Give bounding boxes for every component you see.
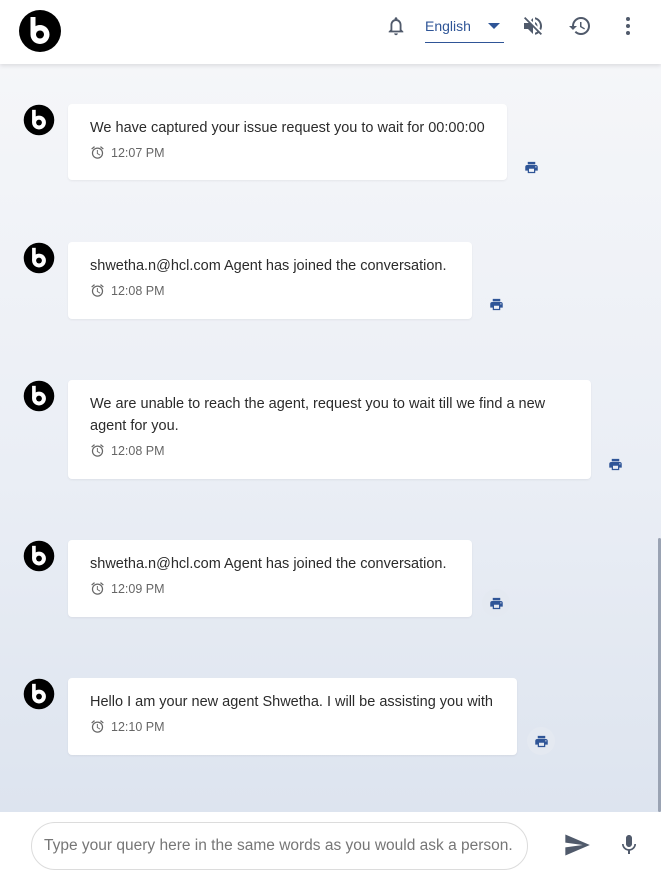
history-icon	[569, 17, 590, 36]
history-button[interactable]	[566, 12, 594, 40]
message-bubble: Hello I am your new agent Shwetha. I wil…	[68, 678, 517, 755]
input-bar	[0, 812, 661, 879]
alarm-clock-icon	[91, 444, 104, 457]
message-time-row: 12:08 PM	[90, 283, 165, 298]
message-time-row: 12:10 PM	[90, 719, 165, 734]
header: English	[0, 0, 661, 64]
message-text: shwetha.n@hcl.com Agent has joined the c…	[90, 258, 447, 274]
alarm-clock-icon	[91, 146, 104, 159]
bot-avatar-icon	[23, 678, 55, 710]
print-button[interactable]	[527, 727, 555, 755]
message-time-row: 12:08 PM	[90, 443, 165, 458]
print-button[interactable]	[482, 589, 510, 617]
bot-avatar-icon	[23, 540, 55, 572]
message-bubble: We are unable to reach the agent, reques…	[68, 380, 591, 479]
message-text: We have captured your issue request you …	[90, 120, 485, 136]
print-button[interactable]	[601, 450, 629, 478]
more-vert-icon	[626, 17, 630, 35]
alarm-clock-icon	[91, 720, 104, 733]
alarm-clock-icon	[91, 582, 104, 595]
message-time: 12:09 PM	[111, 581, 165, 596]
print-button[interactable]	[482, 290, 510, 318]
message-time-row: 12:07 PM	[90, 145, 165, 160]
chevron-down-icon	[488, 23, 500, 29]
chat-area[interactable]: We have captured your issue request you …	[0, 64, 661, 812]
notifications-button[interactable]	[382, 12, 410, 40]
print-icon	[534, 735, 548, 747]
message-bubble: shwetha.n@hcl.com Agent has joined the c…	[68, 242, 472, 319]
message-time: 12:08 PM	[111, 283, 165, 298]
logo-icon	[19, 10, 61, 52]
mute-button[interactable]	[519, 12, 547, 40]
more-options-button[interactable]	[614, 12, 642, 40]
message-time: 12:10 PM	[111, 719, 165, 734]
print-button[interactable]	[517, 153, 545, 181]
volume-off-icon	[524, 17, 542, 35]
query-input[interactable]	[31, 822, 528, 870]
print-icon	[489, 597, 503, 609]
bell-icon	[388, 17, 404, 36]
language-label: English	[425, 18, 471, 34]
message-text: shwetha.n@hcl.com Agent has joined the c…	[90, 556, 447, 572]
send-icon	[565, 834, 590, 856]
message-time-row: 12:09 PM	[90, 581, 165, 596]
microphone-icon	[622, 835, 636, 854]
bot-avatar-icon	[23, 380, 55, 412]
microphone-button[interactable]	[614, 829, 644, 861]
message-bubble: We have captured your issue request you …	[68, 104, 507, 180]
alarm-clock-icon	[91, 284, 104, 297]
bot-avatar-icon	[23, 242, 55, 274]
bot-avatar-icon	[23, 104, 55, 136]
message-bubble: shwetha.n@hcl.com Agent has joined the c…	[68, 540, 472, 617]
print-icon	[489, 298, 503, 310]
language-select[interactable]: English	[425, 14, 504, 43]
print-icon	[524, 161, 538, 173]
send-button[interactable]	[561, 829, 593, 861]
message-text: We are unable to reach the agent, reques…	[90, 396, 546, 434]
message-time: 12:08 PM	[111, 443, 165, 458]
print-icon	[608, 458, 622, 470]
message-text: Hello I am your new agent Shwetha. I wil…	[90, 694, 493, 710]
message-time: 12:07 PM	[111, 145, 165, 160]
